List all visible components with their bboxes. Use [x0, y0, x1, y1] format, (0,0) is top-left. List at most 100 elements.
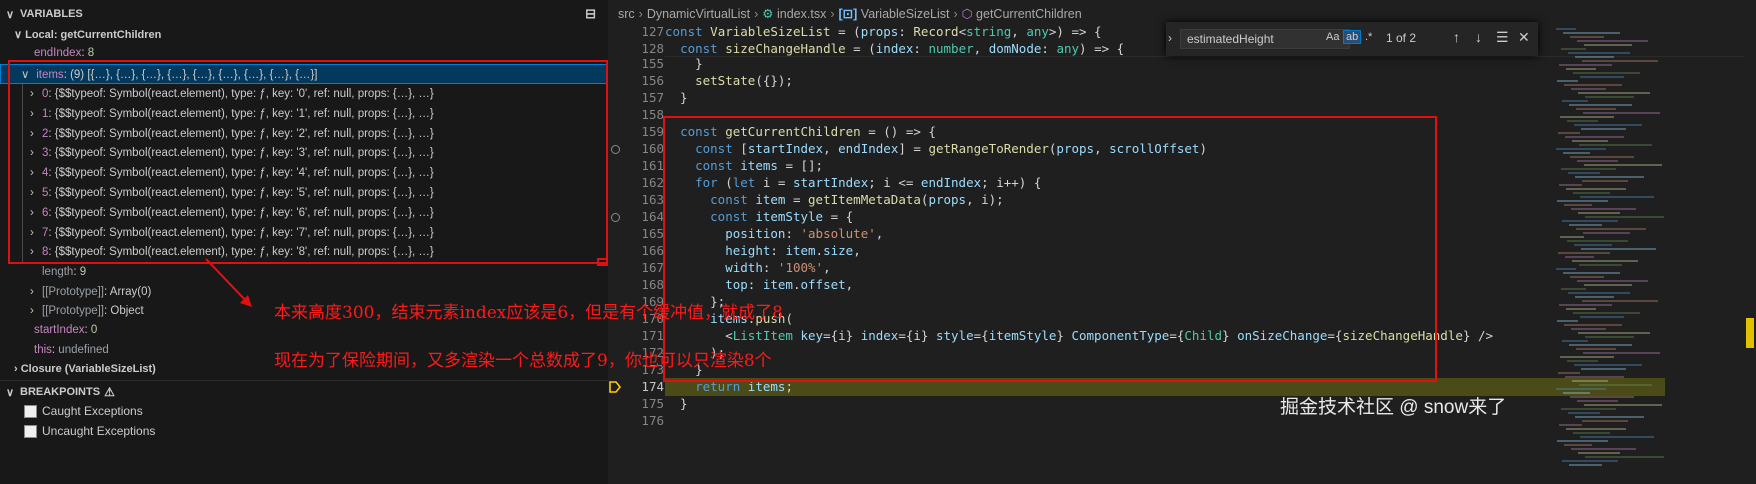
minimap-line [1573, 72, 1640, 74]
minimap-line [1576, 108, 1616, 110]
minimap-line [1556, 28, 1576, 30]
minimap-line [1585, 336, 1634, 338]
minimap-line [1570, 276, 1604, 278]
minimap-line [1577, 400, 1618, 402]
minimap-line [1564, 324, 1622, 326]
minimap-line [1569, 344, 1632, 346]
next-match-icon[interactable]: ↓ [1475, 29, 1482, 45]
minimap-line [1562, 460, 1618, 462]
minimap-line [1558, 372, 1580, 374]
minimap-line [1565, 136, 1624, 138]
variables-section-header[interactable]: ∨ VARIABLES ⊟ [0, 3, 608, 25]
minimap-line [1585, 216, 1664, 218]
minimap-line [1566, 428, 1626, 430]
minimap-line [1584, 164, 1662, 166]
minimap-line [1571, 328, 1606, 330]
closure-scope-label: Closure (VariableSizeList) [20, 363, 156, 375]
minimap-line [1560, 236, 1584, 238]
minimap-line [1557, 320, 1578, 322]
chevron-right-icon[interactable]: › [1168, 31, 1172, 45]
inline-breakpoint-icon[interactable] [611, 145, 620, 154]
minimap-line [1572, 260, 1638, 262]
minimap-line [1565, 256, 1594, 258]
regex-toggle[interactable]: .* [1365, 31, 1372, 43]
line-number: 171 [641, 328, 664, 343]
minimap-line [1570, 156, 1634, 158]
line-number: 127 [641, 24, 664, 39]
find-input[interactable] [1180, 29, 1350, 49]
find-widget: › Aa ab .* 1 of 2 ↑ ↓ ☰ ✕ [1166, 22, 1538, 56]
breadcrumb: src › DynamicVirtualList › ⚙ index.tsx › [⊡] V… [608, 6, 1082, 24]
minimap-line [1581, 368, 1626, 370]
breadcrumb-symbol-2[interactable]: getCurrentChildren [976, 7, 1082, 21]
match-case-toggle[interactable]: Aa [1326, 31, 1339, 43]
line-number: 166 [641, 243, 664, 258]
minimap-line [1565, 376, 1624, 378]
breadcrumb-symbol-1[interactable]: VariableSizeList [861, 7, 950, 21]
minimap-line [1577, 280, 1648, 282]
minimap-line [1566, 188, 1626, 190]
breadcrumb-folder[interactable]: DynamicVirtualList [647, 7, 750, 21]
match-count: 1 of 2 [1386, 31, 1417, 45]
minimap-line [1584, 284, 1632, 286]
minimap-line [1571, 208, 1636, 210]
inline-breakpoint-icon[interactable] [611, 213, 620, 222]
minimap-line [1556, 148, 1606, 150]
code-line: const sizeChangeHandle = (index: number,… [680, 41, 1125, 56]
minimap-line [1559, 64, 1612, 66]
watermark: 掘金技术社区 @ snow来了 [1280, 397, 1507, 418]
minimap-line [1559, 304, 1612, 306]
minimap-line [1563, 152, 1590, 154]
breakpoints-section-header[interactable]: ∨ BREAKPOINTS ⚠ [0, 381, 608, 403]
breadcrumb-src[interactable]: src [618, 7, 635, 21]
closure-scope[interactable]: › Closure (VariableSizeList) [14, 363, 156, 375]
collapse-all-icon[interactable]: ⊟ [585, 6, 596, 22]
chevron-right-icon: › [638, 7, 643, 21]
minimap-line [1583, 232, 1630, 234]
minimap-line [1584, 44, 1632, 46]
breakpoint-caught-exceptions[interactable]: Caught Exceptions [24, 404, 143, 418]
minimap-line [1557, 440, 1608, 442]
previous-match-icon[interactable]: ↑ [1453, 29, 1460, 45]
find-in-selection-icon[interactable]: ☰ [1496, 29, 1509, 46]
variable-length[interactable]: length: 9 [0, 262, 608, 282]
minimap-line [1562, 340, 1588, 342]
minimap-line [1564, 84, 1622, 86]
whole-word-toggle[interactable]: ab [1343, 30, 1362, 44]
minimap-line [1582, 300, 1658, 302]
line-number: 168 [641, 277, 664, 292]
minimap-line [1579, 144, 1652, 146]
minimap-line [1560, 356, 1614, 358]
minimap-line [1559, 424, 1582, 426]
chevron-right-icon: › [30, 305, 34, 317]
variable-startIndex[interactable]: startIndex: 0 [0, 320, 608, 340]
minimap-line [1562, 220, 1618, 222]
minimap-line [1578, 212, 1620, 214]
annotation-box-function [663, 116, 1437, 382]
local-scope[interactable]: ∨ Local: getCurrentChildren [14, 28, 161, 41]
vertical-scrollbar[interactable] [1744, 28, 1756, 484]
line-number: 128 [641, 41, 664, 56]
minimap-line [1585, 96, 1634, 98]
chevron-down-icon: ∨ [5, 386, 15, 399]
checkbox[interactable] [24, 404, 37, 418]
code-line: } [665, 56, 703, 71]
close-icon[interactable]: ✕ [1518, 29, 1530, 46]
minimap-line [1556, 388, 1606, 390]
line-number: 162 [641, 175, 664, 190]
minimap-line [1566, 308, 1596, 310]
minimap-line [1559, 184, 1582, 186]
line-number: 165 [641, 226, 664, 241]
breakpoint-uncaught-exceptions[interactable]: Uncaught Exceptions [24, 424, 155, 438]
checkbox[interactable] [24, 424, 37, 438]
tsx-file-icon: ⚙ [762, 7, 777, 21]
minimap-line [1563, 392, 1590, 394]
minimap-line [1574, 124, 1642, 126]
annotation-box-items [8, 60, 608, 264]
code-line: } [665, 396, 688, 411]
local-scope-label: Local: getCurrentChildren [25, 29, 162, 41]
minimap[interactable] [1548, 28, 1744, 484]
minimap-line [1566, 68, 1596, 70]
line-number: 176 [641, 413, 664, 428]
breadcrumb-file[interactable]: index.tsx [777, 7, 826, 21]
